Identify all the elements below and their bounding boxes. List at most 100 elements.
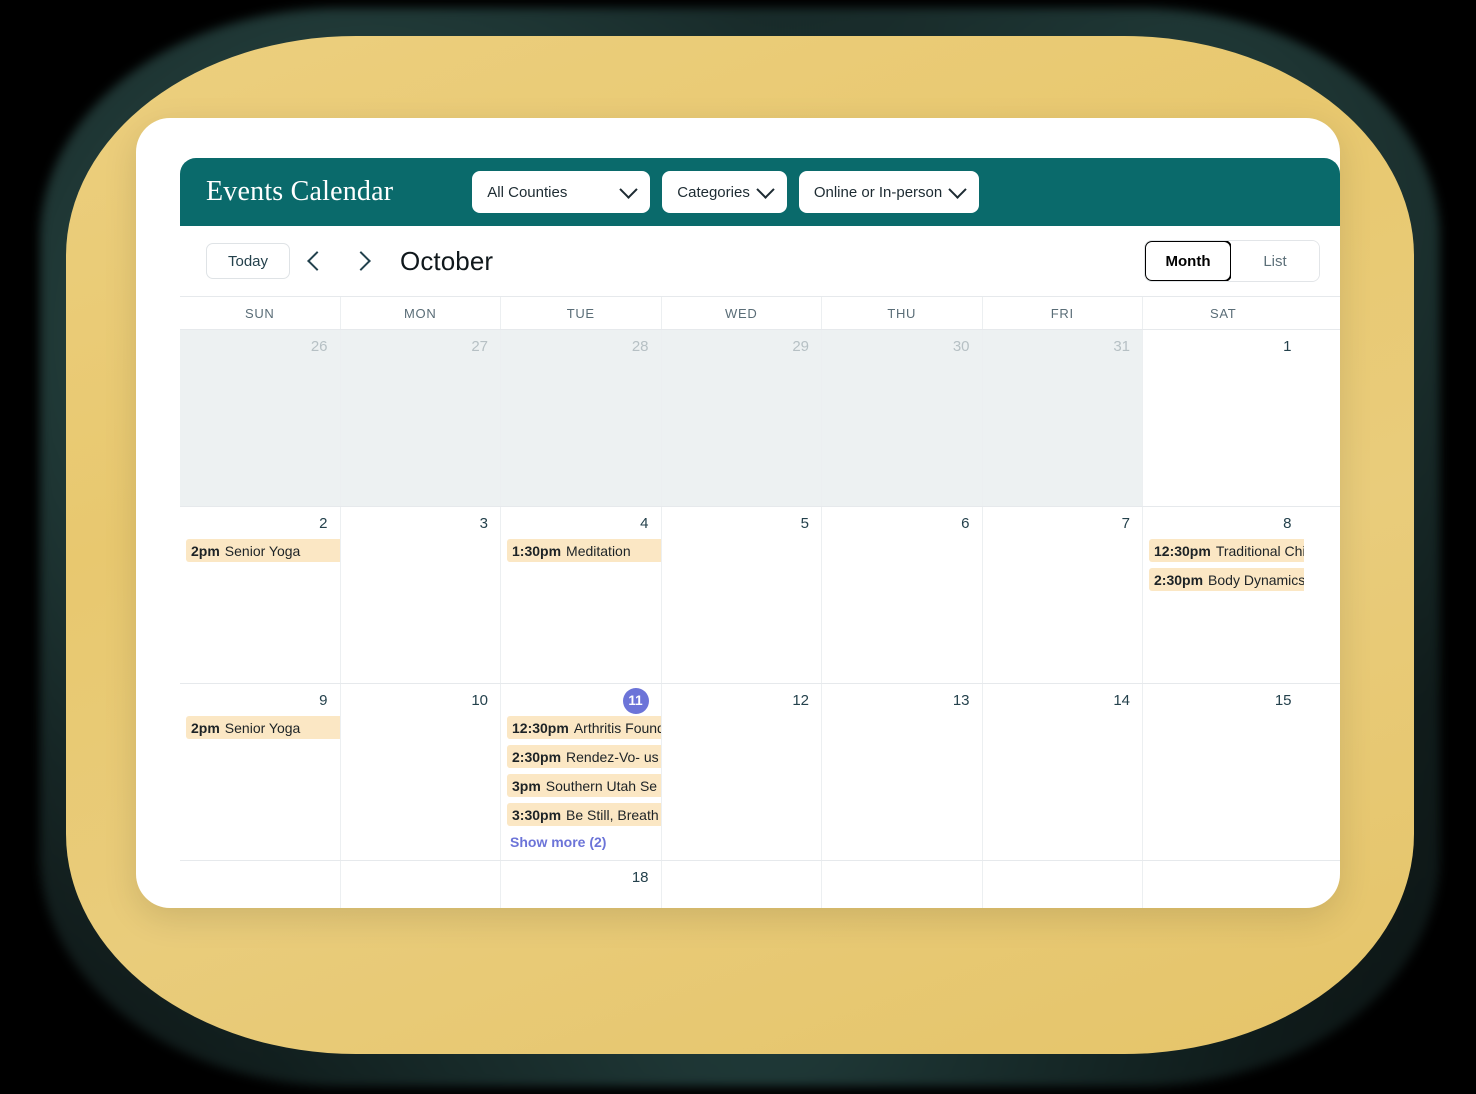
day-number: 18 (631, 869, 649, 886)
day-cell[interactable]: 29 (661, 330, 822, 506)
today-button[interactable]: Today (206, 243, 290, 279)
day-number: 8 (1283, 515, 1292, 532)
view-toggle: Month List (1144, 240, 1320, 282)
filter-label: Online or In-person (813, 183, 943, 201)
day-cell[interactable] (662, 861, 822, 908)
calendar-grid: SUN MON TUE WED THU FRI SAT 26 27 28 29 30 31 1 2 2pm S… (180, 296, 1340, 908)
event-title: Rendez-Vo- us (566, 748, 659, 765)
event-time: 12:30pm (1154, 542, 1211, 559)
day-number: 31 (1113, 338, 1130, 355)
event-title: Senior Yoga (224, 719, 301, 736)
event-chip[interactable]: 3pm Southern Utah Se (507, 774, 661, 797)
day-cell[interactable]: 14 (983, 684, 1143, 860)
filter-group: All Counties Categories Online or In-perso… (472, 171, 980, 213)
day-header-mon: MON (341, 297, 501, 329)
day-cell[interactable]: 7 (983, 507, 1143, 683)
event-title: Southern Utah Se (545, 777, 658, 794)
day-cell[interactable]: 15 (1143, 684, 1304, 860)
day-number (345, 867, 497, 893)
day-cell[interactable]: 4 1:30pm Meditation (501, 507, 662, 683)
day-cell[interactable]: 31 (982, 330, 1143, 506)
week-row: 26 27 28 29 30 31 1 (180, 330, 1340, 507)
day-cell[interactable]: 9 2pm Senior Yoga (180, 684, 341, 860)
event-title: Meditation (566, 542, 631, 559)
day-cell[interactable] (983, 861, 1143, 908)
event-title: Be Still, Breath (566, 806, 659, 823)
chevron-left-icon (307, 251, 327, 271)
day-number: 1 (1283, 338, 1292, 355)
day-cell[interactable]: 26 (180, 330, 341, 506)
event-list: 2pm Senior Yoga (184, 539, 340, 562)
day-cell[interactable] (180, 861, 341, 908)
previous-month-button[interactable] (300, 244, 334, 278)
event-chip[interactable]: 2:30pm Body Dynamics (1149, 568, 1304, 591)
event-chip[interactable]: 2pm Senior Yoga (186, 539, 340, 562)
day-cell[interactable]: 3 (341, 507, 501, 683)
event-time: 1:30pm (512, 542, 562, 559)
day-cell[interactable]: 28 (501, 330, 662, 506)
day-number: 3 (479, 515, 488, 532)
day-cell[interactable]: 18 (501, 861, 662, 908)
day-number: 14 (1113, 692, 1130, 709)
event-time: 12:30pm (512, 719, 569, 736)
day-number: 15 (1274, 692, 1292, 709)
day-number (826, 867, 978, 893)
day-number: 13 (952, 692, 970, 709)
day-cell[interactable]: 6 (822, 507, 983, 683)
event-list: 12:30pm Traditional Chi 2:30pm Body Dynamic… (1147, 539, 1304, 591)
filter-online-or-in-person[interactable]: Online or In-person (798, 171, 980, 213)
day-cell[interactable]: 5 (662, 507, 822, 683)
device-card: Events Calendar All Counties Categories On… (136, 118, 1340, 908)
day-cell[interactable] (1143, 861, 1304, 908)
day-cell[interactable] (341, 861, 501, 908)
day-number: 7 (1121, 515, 1130, 532)
event-time: 3:30pm (512, 806, 562, 823)
day-number: 11 (505, 688, 657, 716)
week-row: 9 2pm Senior Yoga 10 11 12:30pm Arthritis Foun… (180, 684, 1340, 861)
day-number (184, 867, 336, 893)
next-month-button[interactable] (344, 244, 378, 278)
day-cell[interactable]: 8 12:30pm Traditional Chi 2:30pm Body Dynami… (1143, 507, 1304, 683)
day-number (666, 867, 818, 893)
day-header-thu: THU (822, 297, 983, 329)
app-header: Events Calendar All Counties Categories On… (180, 158, 1340, 226)
event-chip[interactable]: 2:30pm Rendez-Vo- us (507, 745, 661, 768)
day-cell[interactable]: 11 12:30pm Arthritis Found 2:30pm Rendez-Vo-… (501, 684, 662, 860)
show-more-link[interactable]: Show more (2) (505, 834, 657, 850)
today-badge: 11 (622, 688, 649, 714)
day-number: 30 (952, 338, 970, 355)
event-chip[interactable]: 2pm Senior Yoga (186, 716, 340, 739)
view-tab-month[interactable]: Month (1145, 241, 1232, 281)
day-number: 9 (319, 692, 328, 709)
day-cell[interactable]: 10 (341, 684, 501, 860)
day-cell[interactable]: 13 (822, 684, 983, 860)
day-number: 28 (631, 338, 649, 355)
event-chip[interactable]: 1:30pm Meditation (507, 539, 661, 562)
day-cell[interactable]: 12 (662, 684, 822, 860)
day-cell[interactable]: 2 2pm Senior Yoga (180, 507, 341, 683)
event-title: Body Dynamics (1208, 571, 1304, 588)
day-cell[interactable]: 30 (822, 330, 983, 506)
view-tab-list[interactable]: List (1231, 241, 1319, 281)
day-number: 27 (471, 338, 488, 355)
event-list: 12:30pm Arthritis Found 2:30pm Rendez-Vo- u… (505, 716, 661, 826)
day-cell[interactable]: 27 (340, 330, 501, 506)
event-time: 2pm (191, 719, 220, 736)
event-chip[interactable]: 3:30pm Be Still, Breath (507, 803, 661, 826)
day-number: 6 (961, 515, 970, 532)
day-number: 12 (792, 692, 809, 709)
day-number: 4 (640, 515, 649, 532)
event-title: Arthritis Found (573, 719, 662, 736)
filter-categories[interactable]: Categories (662, 171, 787, 213)
filter-all-counties[interactable]: All Counties (472, 171, 651, 213)
chevron-down-icon (619, 179, 638, 199)
day-number: 29 (792, 338, 809, 355)
filter-label: Categories (677, 183, 750, 201)
chevron-down-icon (948, 179, 967, 199)
day-cell[interactable]: 1 (1143, 330, 1304, 506)
day-cell[interactable] (822, 861, 983, 908)
event-chip[interactable]: 12:30pm Traditional Chi (1149, 539, 1304, 562)
day-number (987, 867, 1139, 893)
event-chip[interactable]: 12:30pm Arthritis Found (507, 716, 662, 739)
day-number: 5 (800, 515, 809, 532)
